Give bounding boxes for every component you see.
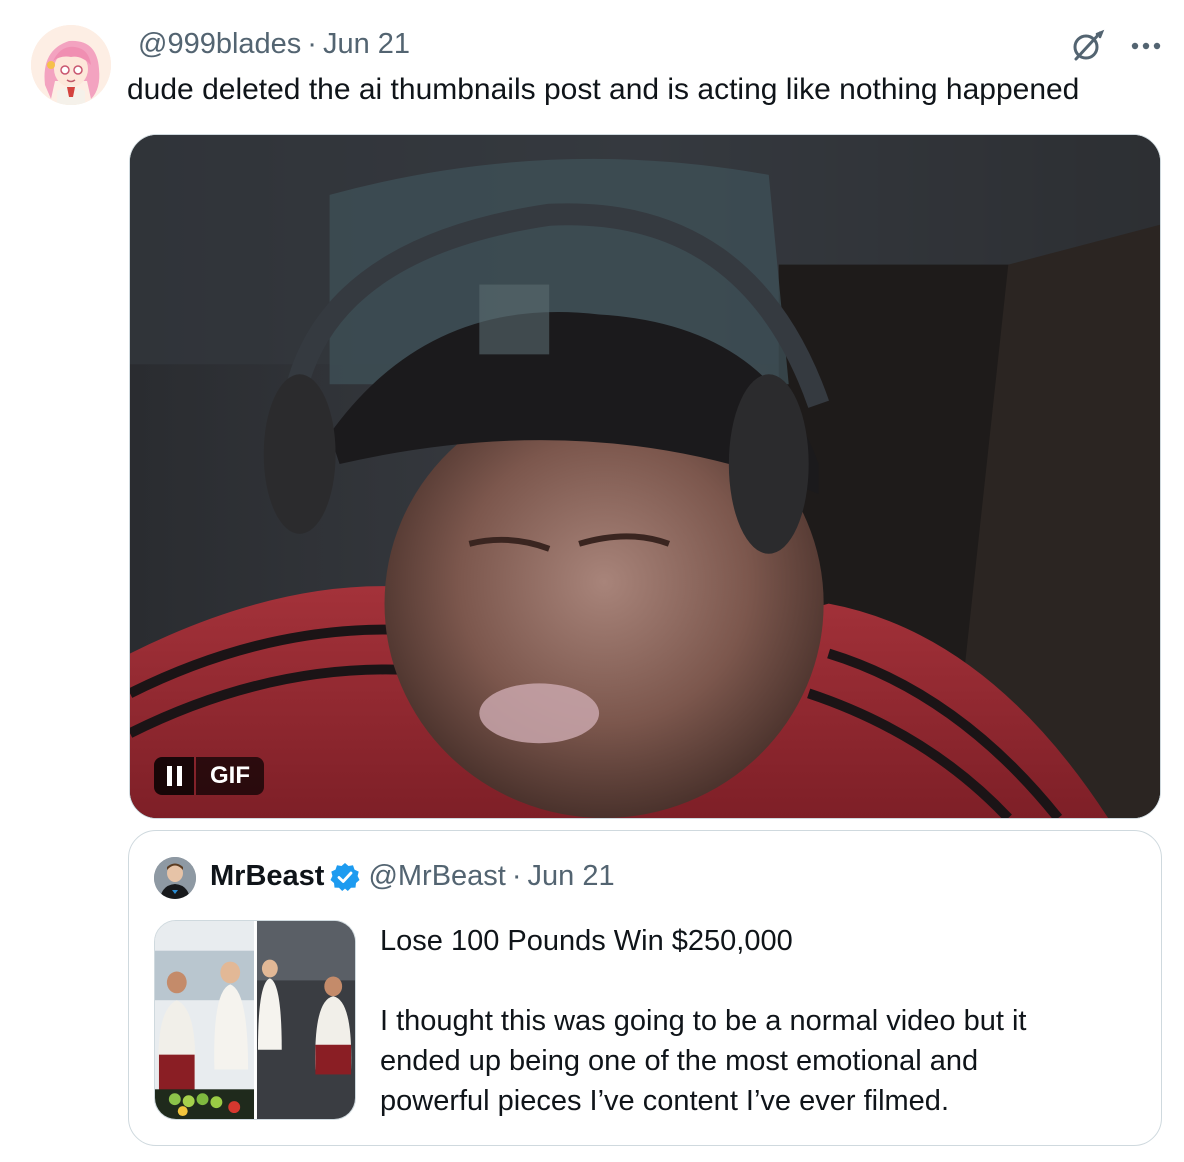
quoted-header: MrBeast @MrBeast · Jun 21 bbox=[210, 860, 615, 893]
quoted-tweet[interactable]: MrBeast @MrBeast · Jun 21 Lose 100 Pound… bbox=[128, 830, 1162, 1146]
pause-icon bbox=[166, 766, 182, 786]
post-text: dude deleted the ai thumbnails post and … bbox=[127, 73, 1080, 106]
user-handle[interactable]: @999blades bbox=[138, 28, 301, 61]
quoted-body-line: I thought this was going to be a normal … bbox=[380, 1005, 1027, 1037]
anime-girl-avatar-icon bbox=[31, 25, 111, 105]
mrbeast-avatar-icon bbox=[154, 857, 196, 899]
more-icon[interactable] bbox=[1126, 26, 1166, 66]
verified-badge-icon[interactable] bbox=[330, 862, 360, 892]
header-separator: · bbox=[307, 28, 317, 60]
user-avatar[interactable] bbox=[31, 25, 111, 105]
quoted-text-spacer bbox=[380, 961, 1080, 1001]
tweet[interactable]: @999blades · Jun 21 dude deleted the ai … bbox=[0, 0, 1184, 1162]
quoted-thumbnail-image bbox=[155, 921, 355, 1119]
quoted-body-line: ended up being one of the most emotional… bbox=[380, 1045, 979, 1077]
quoted-display-name[interactable]: MrBeast bbox=[210, 860, 324, 893]
quoted-separator: · bbox=[511, 860, 522, 892]
quoted-user-avatar[interactable] bbox=[154, 857, 196, 899]
quoted-date[interactable]: Jun 21 bbox=[528, 860, 615, 893]
quoted-title-line: Lose 100 Pounds Win $250,000 bbox=[380, 925, 793, 957]
post-date[interactable]: Jun 21 bbox=[323, 28, 410, 61]
pause-button[interactable] bbox=[154, 757, 194, 795]
post-header: @999blades · Jun 21 bbox=[138, 28, 410, 61]
gif-frame-image bbox=[130, 135, 1160, 818]
quoted-body-line: powerful pieces I’ve content I’ve ever f… bbox=[380, 1085, 949, 1117]
quoted-text: Lose 100 Pounds Win $250,000 I thought t… bbox=[380, 921, 1080, 1121]
gif-badge: GIF bbox=[196, 757, 264, 795]
quoted-handle[interactable]: @MrBeast bbox=[368, 860, 505, 893]
quoted-thumbnail[interactable] bbox=[154, 920, 356, 1120]
gif-media[interactable] bbox=[129, 134, 1161, 819]
gif-controls: GIF bbox=[154, 757, 264, 795]
grok-icon[interactable] bbox=[1068, 26, 1108, 66]
